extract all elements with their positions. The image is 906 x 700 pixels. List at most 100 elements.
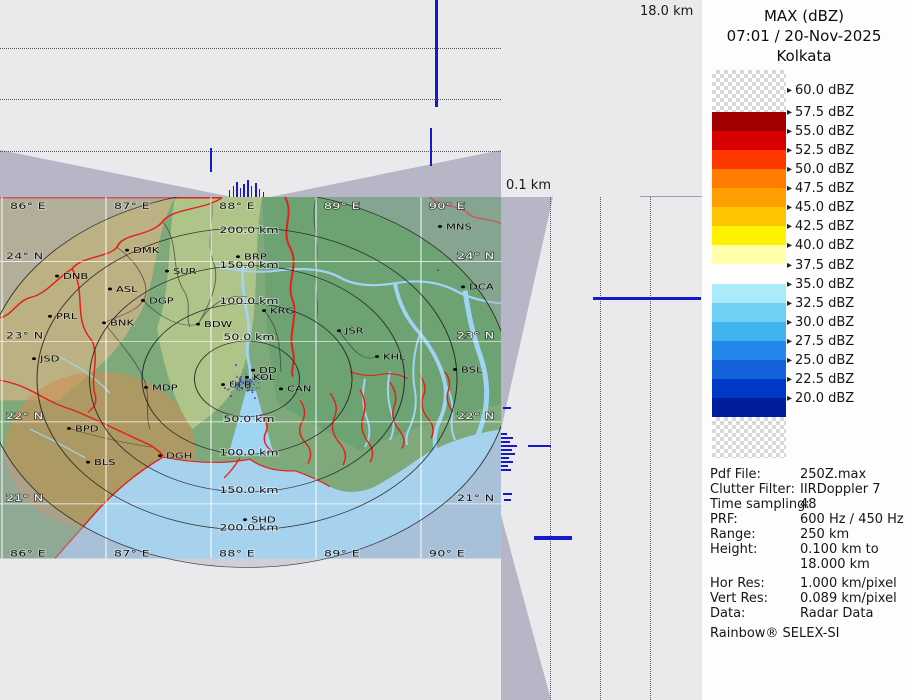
echo-pixel <box>259 387 261 388</box>
metadata-label: Data: <box>710 606 745 621</box>
echo-column <box>435 0 438 107</box>
map-panel: 200.0 km150.0 km100.0 km50.0 km50.0 km10… <box>0 197 501 700</box>
radar-app-window: 200.0 km150.0 km100.0 km50.0 km50.0 km10… <box>0 0 906 700</box>
legend-entry-label: 42.5 dBZ <box>795 219 854 234</box>
product-site: Kolkata <box>702 46 906 66</box>
legend-tick-arrow-icon: ▸ <box>787 336 792 347</box>
legend-entry: ▸45.0 dBZ <box>787 201 854 215</box>
station-marker-ASL <box>108 288 112 291</box>
legend-entry: ▸50.0 dBZ <box>787 163 854 177</box>
metadata-value: 48 <box>800 497 817 512</box>
geo-label: 24° N <box>457 251 494 262</box>
legend-entry-label: 45.0 dBZ <box>795 200 854 215</box>
station-marker-JSR <box>337 329 341 332</box>
legend-band <box>712 188 786 207</box>
echo-column <box>504 499 511 501</box>
legend-entry: ▸52.5 dBZ <box>787 144 854 158</box>
legend-tick-arrow-icon: ▸ <box>787 260 792 271</box>
echo-column <box>501 449 512 451</box>
echo-column <box>501 445 517 447</box>
station-marker-MDP <box>144 386 148 389</box>
station-label-ULB: ULB <box>229 381 252 390</box>
station-marker-BNK <box>102 321 106 324</box>
axis-corner-box: 18.0 km 0.1 km <box>501 0 702 197</box>
legend-entry: ▸27.5 dBZ <box>787 335 854 349</box>
legend-tick-arrow-icon: ▸ <box>787 164 792 175</box>
station-marker-JSD <box>32 357 36 360</box>
echo-pixel <box>240 377 242 378</box>
echo-column <box>501 461 513 463</box>
height-gridline <box>550 197 551 700</box>
legend-band <box>712 360 786 379</box>
legend-band <box>712 112 786 131</box>
geo-label: 90° E <box>429 201 465 212</box>
echo-column <box>501 433 507 435</box>
geo-label: 21° N <box>457 493 494 504</box>
height-axis-origin-label: 0.1 km <box>506 178 551 193</box>
legend-entry: ▸55.0 dBZ <box>787 125 854 139</box>
geo-label: 86° E <box>10 548 46 559</box>
height-axis-max-label: 18.0 km <box>640 4 693 19</box>
metadata-label: Clutter Filter: <box>710 482 795 497</box>
legend-entry-label: 25.0 dBZ <box>795 353 854 368</box>
station-marker-BSL <box>453 368 457 371</box>
metadata-value: 18.000 km <box>800 557 870 572</box>
geo-label: 23° N <box>6 330 43 341</box>
height-gridline <box>650 197 651 700</box>
station-marker-DGP <box>141 299 145 302</box>
station-label-BPD: BPD <box>75 425 99 434</box>
legend-tick-arrow-icon: ▸ <box>787 355 792 366</box>
station-label-DCA: DCA <box>469 283 494 292</box>
echo-pixel <box>254 397 256 398</box>
station-label-JSR: JSR <box>344 327 364 336</box>
echo-pixel <box>245 374 247 375</box>
legend-entry: ▸42.5 dBZ <box>787 220 854 234</box>
legend-tick-arrow-icon: ▸ <box>787 145 792 156</box>
echo-pixel <box>252 388 254 389</box>
legend-tick-arrow-icon: ▸ <box>787 85 792 96</box>
metadata-label: Time sampling: <box>710 497 810 512</box>
product-header: MAX (dBZ) 07:01 / 20-Nov-2025 Kolkata <box>702 6 906 66</box>
station-marker-DMK <box>125 249 129 252</box>
echo-column <box>534 536 572 540</box>
echo-pixel <box>235 364 237 365</box>
legend-band <box>712 322 786 341</box>
station-marker-CAN <box>279 387 283 390</box>
range-ring-label: 100.0 km <box>219 296 278 307</box>
metadata-value: IIRDoppler 7 <box>800 482 881 497</box>
metadata-label: Vert Res: <box>710 591 768 606</box>
legend-entry-label: 22.5 dBZ <box>795 372 854 387</box>
echo-column <box>501 437 513 439</box>
side-profile-panel <box>501 197 702 700</box>
metadata-label: PRF: <box>710 512 738 527</box>
station-marker-ULB <box>221 383 225 386</box>
legend-band <box>712 303 786 322</box>
height-gridline <box>0 99 501 100</box>
station-label-BLS: BLS <box>94 458 116 467</box>
range-ring-label: 100.0 km <box>219 447 278 458</box>
coverage-wedge-top <box>501 197 553 430</box>
legend-tick-arrow-icon: ▸ <box>787 298 792 309</box>
station-marker-BLS <box>86 461 90 464</box>
station-label-MDP: MDP <box>152 384 178 393</box>
legend-band <box>712 265 786 284</box>
station-label-DNB: DNB <box>63 272 88 281</box>
legend-entry: ▸35.0 dBZ <box>787 278 854 292</box>
geo-label: 86° E <box>10 201 46 212</box>
legend-band <box>712 341 786 360</box>
range-ring-label: 50.0 km <box>223 332 274 343</box>
top-profile-panel <box>0 0 501 197</box>
geo-label: 87° E <box>114 201 150 212</box>
echo-column <box>236 182 238 197</box>
product-datetime: 07:01 / 20-Nov-2025 <box>702 26 906 46</box>
legend-entry-label: 20.0 dBZ <box>795 391 854 406</box>
legend-entry-label: 60.0 dBZ <box>795 83 854 98</box>
echo-pixel <box>437 270 439 271</box>
echo-pixel <box>230 395 232 396</box>
station-label-BNK: BNK <box>110 319 135 328</box>
station-marker-SUR <box>165 270 169 273</box>
station-label-SHD: SHD <box>251 516 276 525</box>
metadata-value: Radar Data <box>800 606 873 621</box>
metadata-label: Hor Res: <box>710 576 765 591</box>
legend-entry: ▸57.5 dBZ <box>787 106 854 120</box>
